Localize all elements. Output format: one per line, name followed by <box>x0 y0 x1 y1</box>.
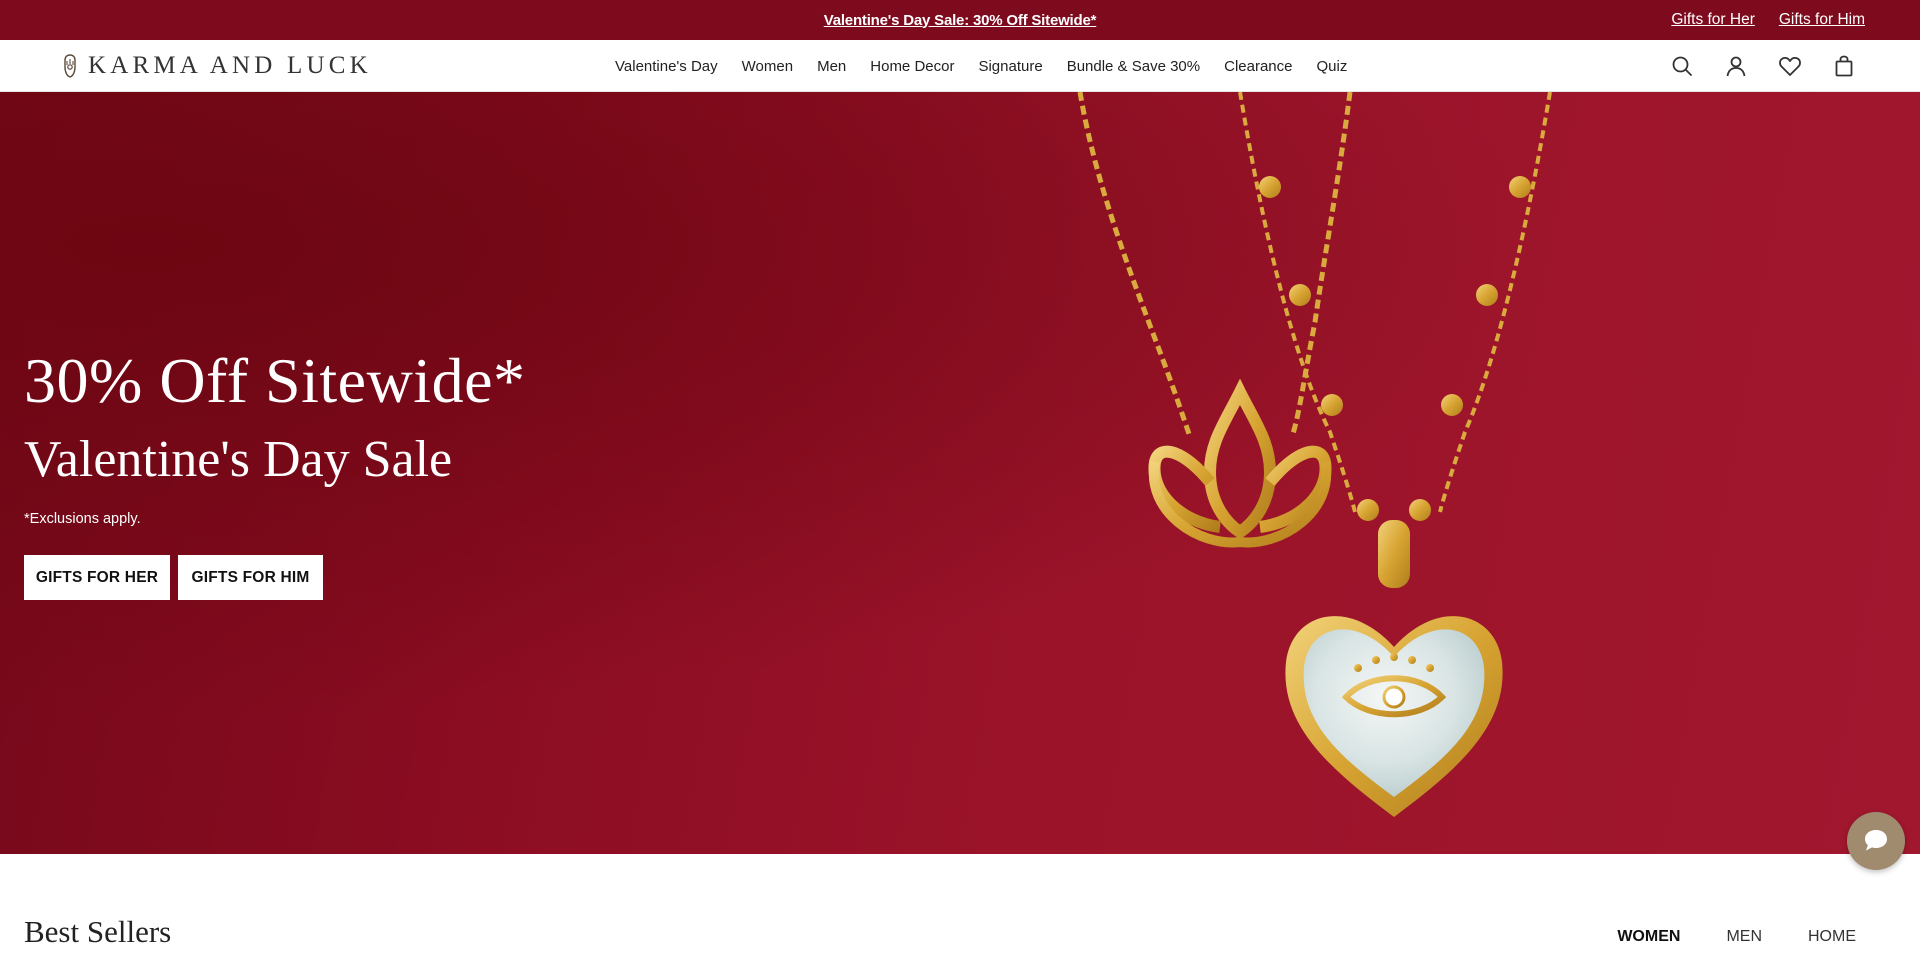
search-icon[interactable] <box>1668 52 1696 80</box>
nav-women[interactable]: Women <box>742 58 793 75</box>
site-header: KARMA AND LUCK Valentine's Day Women Men… <box>0 40 1920 92</box>
gifts-for-her-link[interactable]: Gifts for Her <box>1671 11 1755 29</box>
hero-exclusions-note: *Exclusions apply. <box>24 511 141 527</box>
heart-icon[interactable] <box>1776 52 1804 80</box>
logo[interactable]: KARMA AND LUCK <box>60 40 372 92</box>
announcement-right-links: Gifts for Her Gifts for Him <box>1671 0 1865 40</box>
gifts-for-him-button[interactable]: GIFTS FOR HIM <box>178 555 323 600</box>
announcement-bar: Valentine's Day Sale: 30% Off Sitewide* … <box>0 0 1920 40</box>
nav-home-decor[interactable]: Home Decor <box>870 58 954 75</box>
necklaces-image <box>1077 92 1552 817</box>
bag-icon[interactable] <box>1830 52 1858 80</box>
hero-title: 30% Off Sitewide* <box>24 345 526 416</box>
hero-banner[interactable]: 30% Off Sitewide* Valentine's Day Sale *… <box>0 92 1920 854</box>
nav-bundle-save[interactable]: Bundle & Save 30% <box>1067 58 1200 75</box>
hamsa-icon <box>64 54 76 78</box>
chat-icon <box>1865 830 1887 851</box>
hero-subtitle: Valentine's Day Sale <box>24 431 453 488</box>
header-icons <box>1668 40 1858 92</box>
gifts-for-her-button[interactable]: GIFTS FOR HER <box>24 555 170 600</box>
best-sellers-title: Best Sellers <box>24 914 172 949</box>
tab-home[interactable]: HOME <box>1808 928 1856 946</box>
nav-quiz[interactable]: Quiz <box>1317 58 1348 75</box>
nav-signature[interactable]: Signature <box>978 58 1042 75</box>
account-icon[interactable] <box>1722 52 1750 80</box>
tab-men[interactable]: MEN <box>1726 928 1762 946</box>
logo-text: KARMA AND LUCK <box>88 52 372 79</box>
best-sellers-tabs: WOMEN MEN HOME <box>1617 928 1856 946</box>
chat-button[interactable] <box>1847 812 1905 870</box>
nav-clearance[interactable]: Clearance <box>1224 58 1292 75</box>
main-nav: Valentine's Day Women Men Home Decor Sig… <box>615 40 1347 92</box>
nav-men[interactable]: Men <box>817 58 846 75</box>
tab-women[interactable]: WOMEN <box>1617 928 1680 946</box>
gifts-for-him-link[interactable]: Gifts for Him <box>1779 11 1865 29</box>
nav-valentines-day[interactable]: Valentine's Day <box>615 58 718 75</box>
announcement-link[interactable]: Valentine's Day Sale: 30% Off Sitewide* <box>0 0 1920 40</box>
